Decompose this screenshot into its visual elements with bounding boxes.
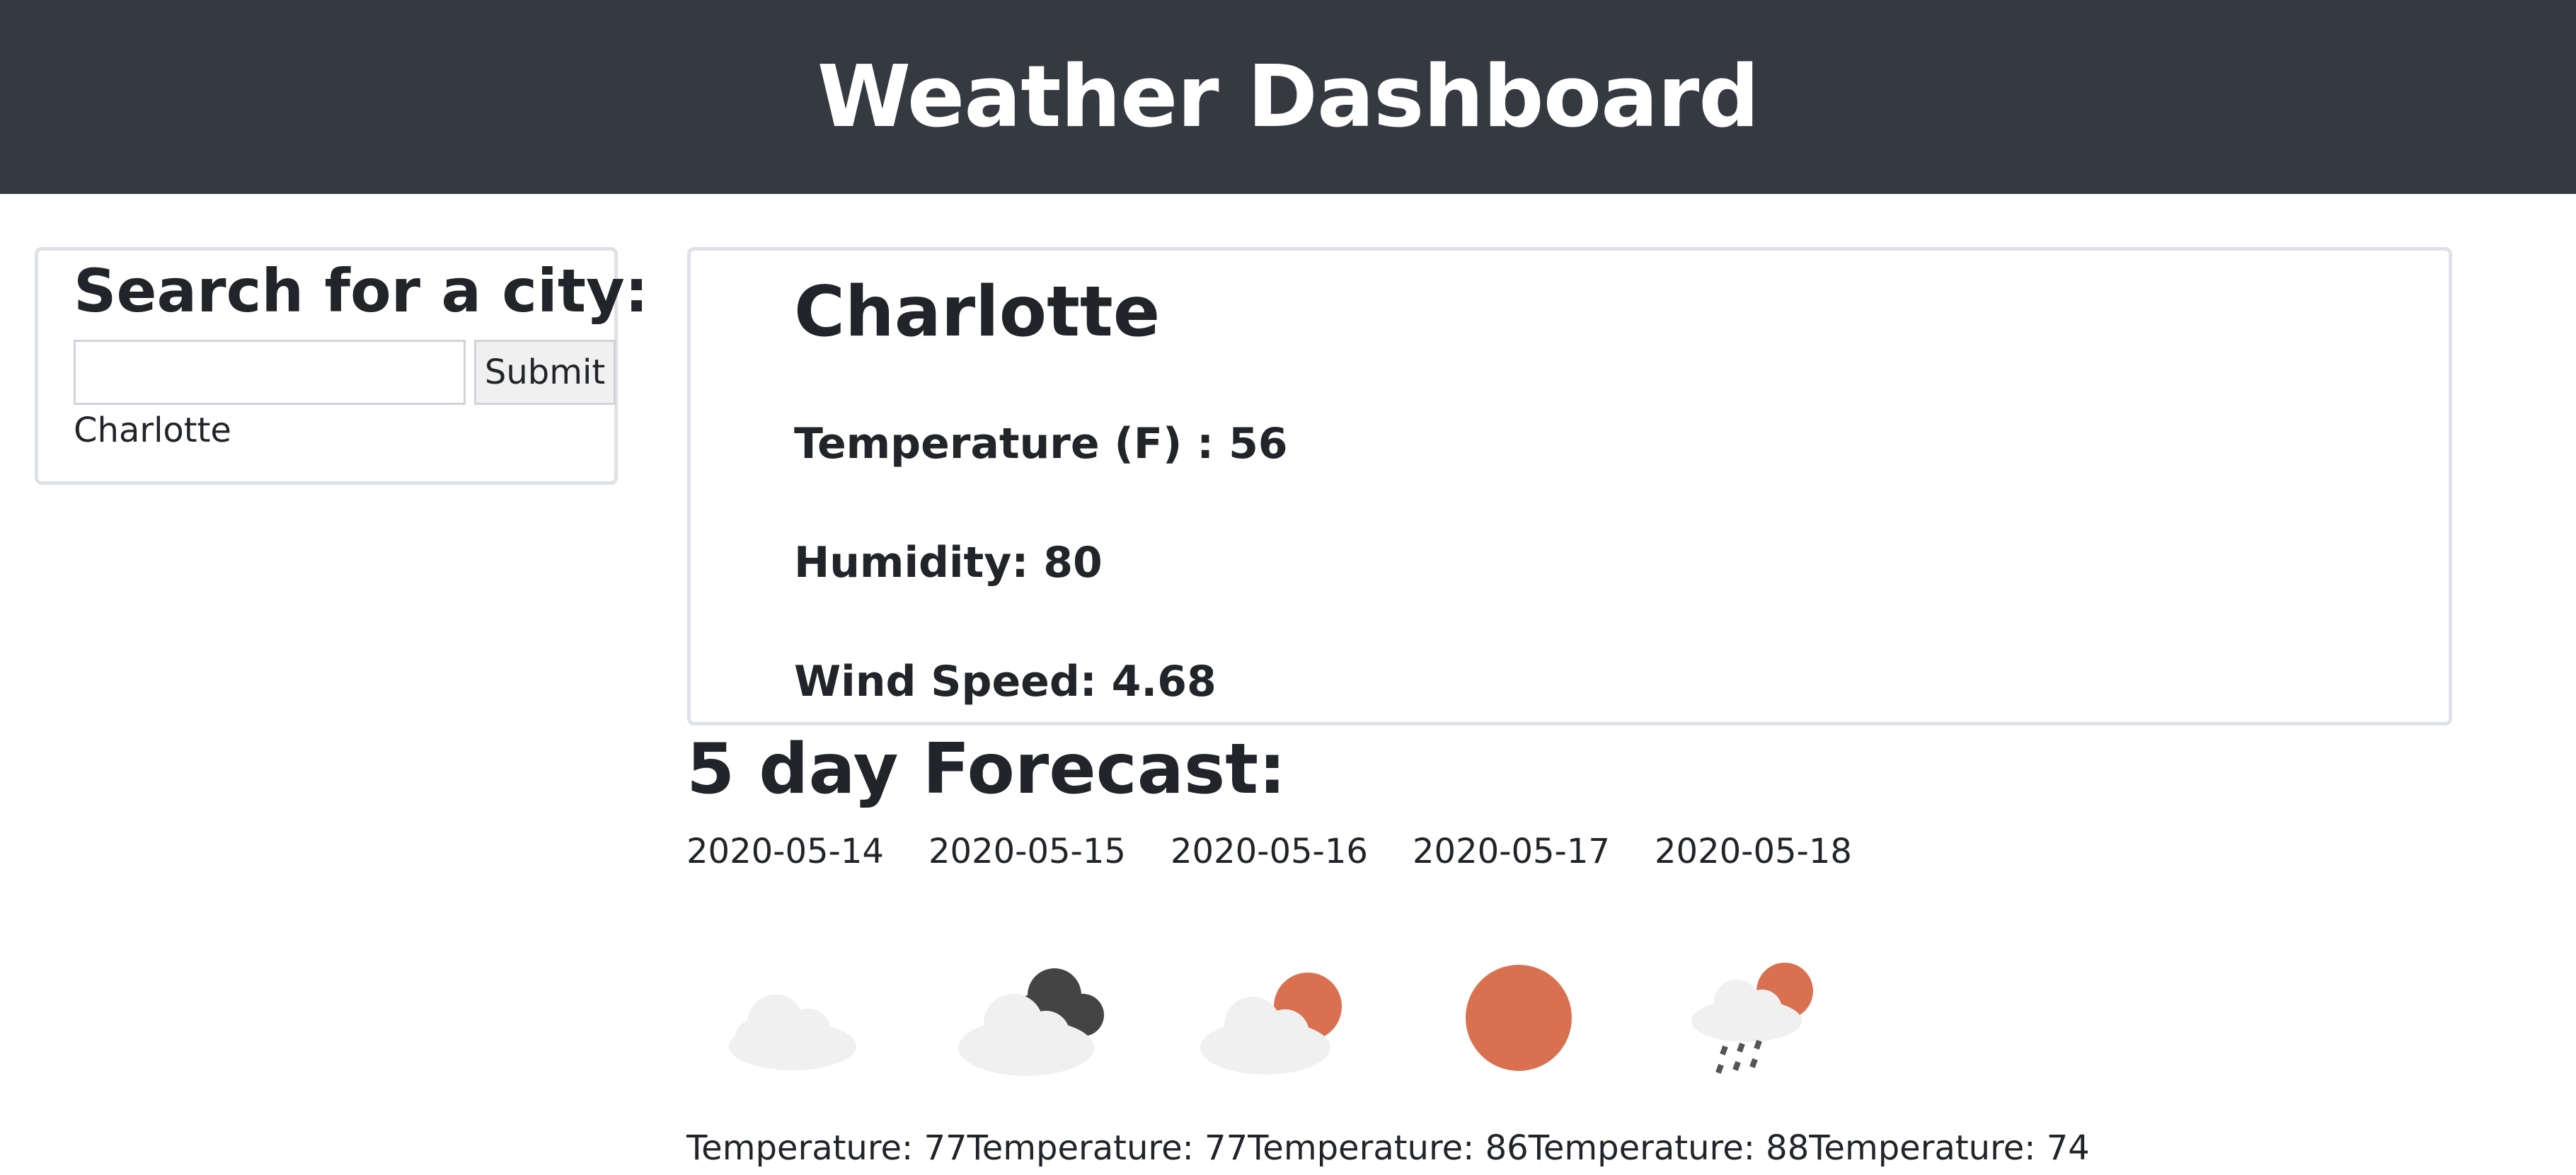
forecast-temperatures: Temperature: 77Temperature: 77Temperatur… <box>686 1128 2090 1168</box>
sun-behind-cloud-icon <box>1200 973 1342 1074</box>
forecast-temperature: Temperature: 88 <box>1528 1128 1810 1168</box>
search-panel: Search for a city: Submit Charlotte <box>35 247 648 485</box>
search-history-item[interactable]: Charlotte <box>74 411 231 450</box>
city-search-input[interactable] <box>74 340 466 405</box>
forecast-date: 2020-05-16 <box>1171 832 1368 871</box>
current-city-name: Charlotte <box>794 272 1161 352</box>
search-heading: Search for a city: <box>74 256 649 326</box>
forecast-heading: 5 day Forecast: <box>686 729 1287 810</box>
forecast-date: 2020-05-18 <box>1655 832 1852 871</box>
forecast-temperature: Temperature: 86 <box>1248 1128 1529 1168</box>
cloud-icon <box>729 995 856 1070</box>
current-weather-card: Charlotte Temperature (F) : 56 Humidity:… <box>687 247 2452 726</box>
forecast-date: 2020-05-14 <box>686 832 884 871</box>
forecast-temperature: Temperature: 77 <box>686 1128 967 1168</box>
sun-icon <box>1466 965 1572 1071</box>
dark-cloud-icon <box>958 968 1104 1076</box>
submit-button[interactable]: Submit <box>474 340 616 405</box>
page-header: Weather Dashboard <box>0 0 2576 194</box>
rain-sun-cloud-icon <box>1691 963 1813 1074</box>
forecast-temperature: Temperature: 77 <box>967 1128 1248 1168</box>
current-humidity: Humidity: 80 <box>794 538 1103 588</box>
forecast-temperature: Temperature: 74 <box>1809 1128 2090 1168</box>
forecast-date: 2020-05-17 <box>1413 832 1610 871</box>
forecast-date: 2020-05-15 <box>928 832 1126 871</box>
current-wind-speed: Wind Speed: 4.68 <box>794 657 1217 706</box>
page-title: Weather Dashboard <box>817 47 1759 147</box>
current-temperature: Temperature (F) : 56 <box>794 419 1288 469</box>
